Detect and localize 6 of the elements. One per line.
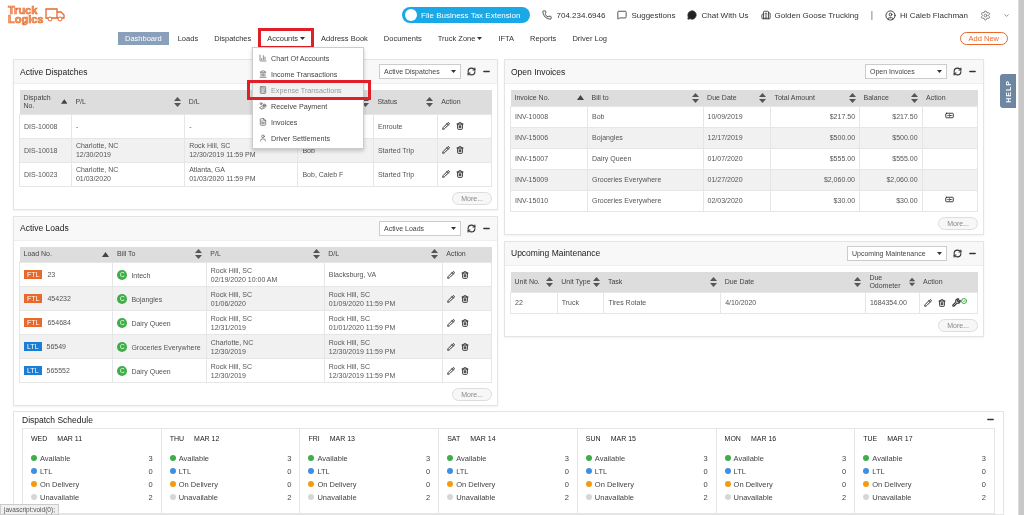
panel-title: Dispatch Schedule (22, 415, 93, 425)
panel-title: Upcoming Maintenance (511, 248, 601, 258)
separator: | (870, 10, 873, 20)
panel-title: Open Invoices (511, 66, 566, 77)
panel-title: Active Dispatches (20, 66, 88, 77)
panel-title: Active Loads (20, 223, 69, 233)
